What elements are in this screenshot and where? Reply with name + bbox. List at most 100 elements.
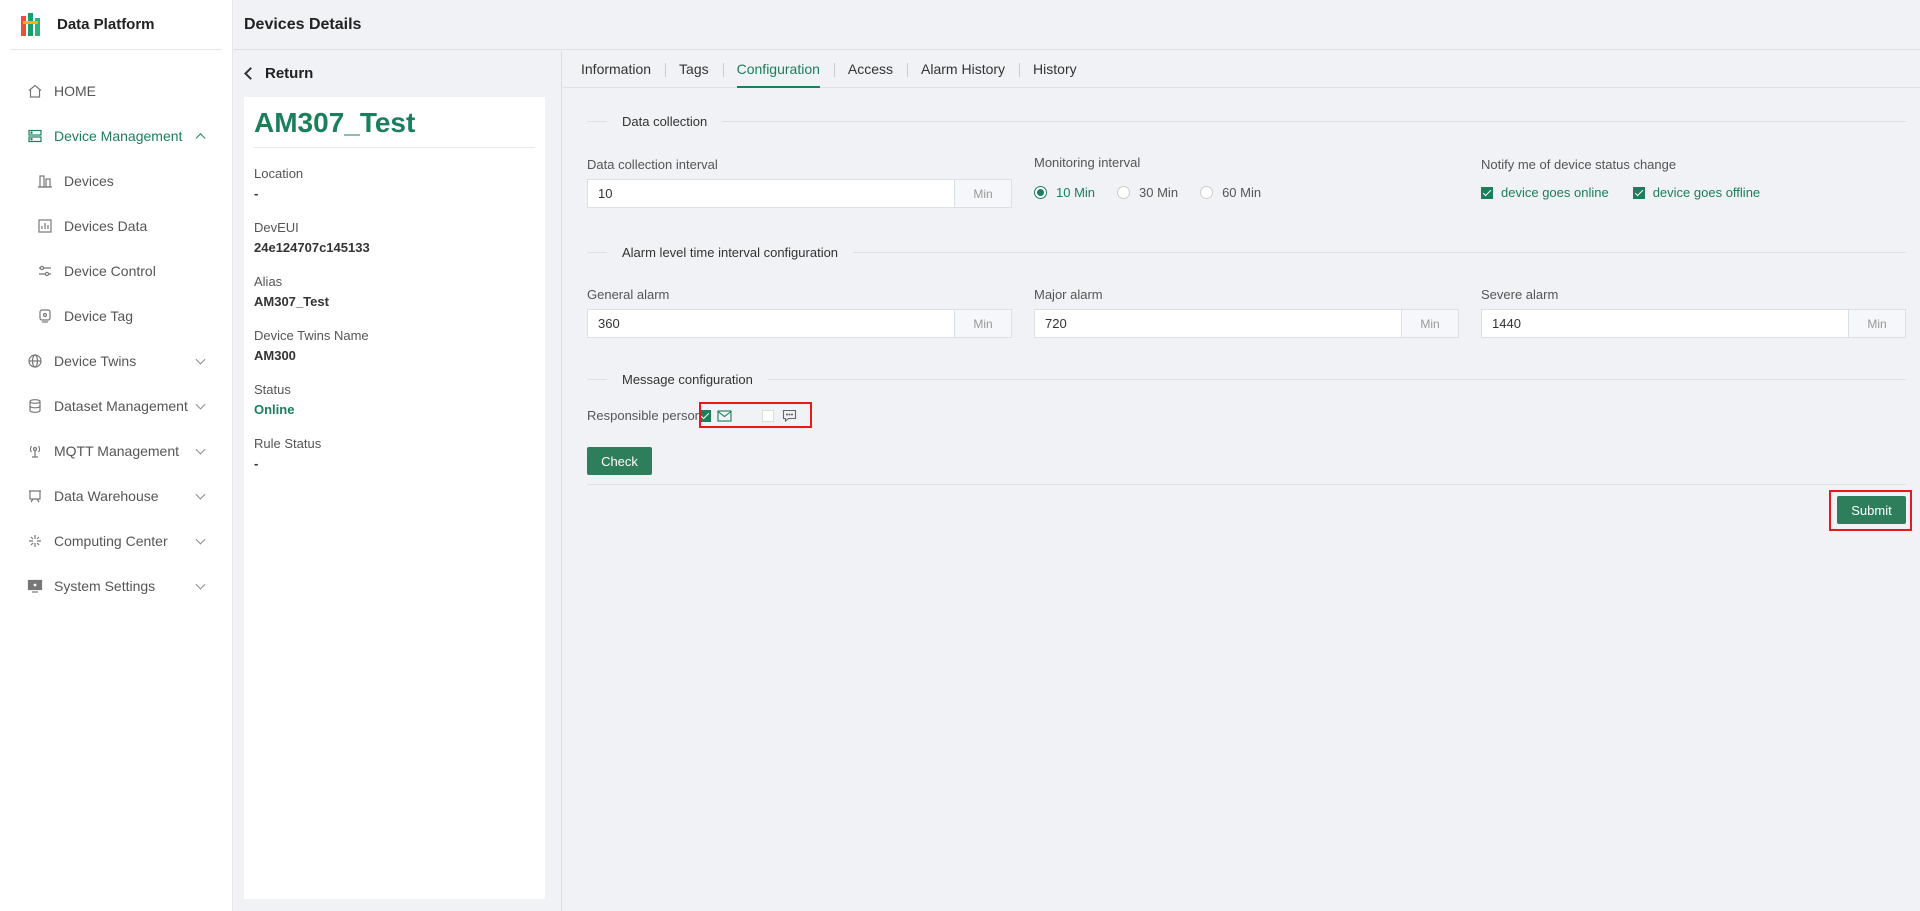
- field-label: DevEUI: [254, 220, 299, 235]
- main-panel: Information Tags Configuration Access Al…: [563, 51, 1920, 911]
- page-header: Devices Details: [234, 0, 1920, 50]
- severe-alarm-input[interactable]: [1482, 310, 1848, 337]
- field-label: Status: [254, 382, 291, 397]
- tab-information[interactable]: Information: [581, 51, 665, 88]
- sidebar-item-device-twins[interactable]: Device Twins: [0, 338, 232, 383]
- general-alarm: General alarm Min: [587, 287, 1012, 338]
- form-label: Severe alarm: [1481, 287, 1559, 302]
- check-button[interactable]: Check: [587, 447, 652, 475]
- radio-label: 10 Min: [1056, 185, 1096, 200]
- divider: [587, 379, 607, 380]
- data-icon: [36, 217, 54, 235]
- tab-configuration[interactable]: Configuration: [722, 51, 834, 88]
- unit-suffix: Min: [1848, 310, 1905, 337]
- sidebar-item-label: Device Tag: [64, 307, 134, 324]
- section-title-text: Message configuration: [622, 372, 753, 387]
- radio-dot: [1117, 186, 1131, 199]
- chevron-up-icon: [195, 132, 206, 143]
- sidebar-item-label: HOME: [54, 82, 96, 99]
- section-title-text: Data collection: [622, 114, 708, 129]
- chevron-down-icon: [195, 354, 206, 365]
- tag-icon: [36, 307, 54, 325]
- sidebar-item-data-warehouse[interactable]: Data Warehouse: [0, 473, 232, 518]
- sidebar-item-device-control[interactable]: Device Control: [0, 248, 232, 293]
- brand: Data Platform: [10, 0, 222, 50]
- antenna-icon: [26, 442, 44, 460]
- chevron-down-icon: [195, 579, 206, 590]
- sidebar-item-computing-center[interactable]: Computing Center: [0, 518, 232, 563]
- section-title: Data collection: [587, 114, 1906, 129]
- unit-suffix: Min: [954, 310, 1011, 337]
- sidebar-item-dataset-management[interactable]: Dataset Management: [0, 383, 232, 428]
- return-button[interactable]: Return: [234, 51, 561, 96]
- tab-bar: Information Tags Configuration Access Al…: [563, 51, 1920, 88]
- section-title: Message configuration: [587, 372, 1906, 387]
- form-label: Notify me of device status change: [1481, 157, 1677, 172]
- app-title: Data Platform: [57, 16, 155, 33]
- general-alarm-input[interactable]: [588, 310, 954, 337]
- field-value: -: [254, 456, 259, 471]
- data-collection-interval: Data collection interval Min: [587, 157, 1012, 208]
- section-alarm-level: Alarm level time interval configuration: [587, 245, 1906, 260]
- radio-dot: [1200, 186, 1214, 199]
- database-icon: [26, 397, 44, 415]
- sidebar-item-home[interactable]: HOME: [0, 68, 232, 113]
- sidebar-item-device-management[interactable]: Device Management: [0, 113, 232, 158]
- field-value: AM307_Test: [254, 294, 329, 309]
- field-alias: Alias AM307_Test: [254, 274, 535, 309]
- radio-10-min[interactable]: 10 Min: [1034, 185, 1095, 200]
- field-label: Location: [254, 166, 304, 181]
- sidebar-item-label: Device Management: [54, 127, 183, 144]
- section-title: Alarm level time interval configuration: [587, 245, 1906, 260]
- field-label: Device Twins Name: [254, 328, 369, 343]
- devices-icon: [36, 172, 54, 190]
- divider: [767, 379, 1906, 380]
- compute-icon: [26, 532, 44, 550]
- tab-alarm-history[interactable]: Alarm History: [907, 51, 1019, 88]
- field-value: 24e124707c145133: [254, 240, 370, 255]
- radio-label: 60 Min: [1222, 185, 1262, 200]
- checkbox-device-offline[interactable]: device goes offline: [1632, 185, 1760, 200]
- sidebar-item-label: MQTT Management: [54, 442, 180, 459]
- field-value: AM300: [254, 348, 296, 363]
- chevron-down-icon: [195, 489, 206, 500]
- tab-tags[interactable]: Tags: [665, 51, 723, 88]
- unit-suffix: Min: [1401, 310, 1458, 337]
- sidebar: Data Platform HOME Device Management Dev…: [0, 0, 233, 911]
- sidebar-item-devices[interactable]: Devices: [0, 158, 232, 203]
- monitoring-radio-group: 10 Min 30 Min 60 Min: [1034, 185, 1459, 200]
- unit-suffix: Min: [954, 180, 1011, 207]
- device-info-card: AM307_Test Location - DevEUI 24e124707c1…: [244, 97, 545, 899]
- radio-60-min[interactable]: 60 Min: [1200, 185, 1261, 200]
- sidebar-item-devices-data[interactable]: Devices Data: [0, 203, 232, 248]
- warehouse-icon: [26, 487, 44, 505]
- responsible-person-label: Responsible person: [587, 408, 702, 423]
- input-group: Min: [587, 309, 1012, 338]
- form-label: Monitoring interval: [1034, 155, 1141, 170]
- sidebar-item-device-tag[interactable]: Device Tag: [0, 293, 232, 338]
- sidebar-item-mqtt-management[interactable]: MQTT Management: [0, 428, 232, 473]
- section-title-text: Alarm level time interval configuration: [622, 245, 839, 260]
- field-value: -: [254, 186, 259, 201]
- major-alarm-input[interactable]: [1035, 310, 1401, 337]
- return-label: Return: [265, 65, 314, 82]
- sidebar-item-system-settings[interactable]: System Settings: [0, 563, 232, 608]
- radio-30-min[interactable]: 30 Min: [1117, 185, 1178, 200]
- notify-checkbox-group: device goes online device goes offline: [1481, 185, 1906, 200]
- severe-alarm: Severe alarm Min: [1481, 287, 1906, 338]
- home-icon: [26, 82, 44, 100]
- sidebar-item-label: Device Control: [64, 262, 156, 279]
- major-alarm: Major alarm Min: [1034, 287, 1459, 338]
- field-label: Rule Status: [254, 436, 322, 451]
- tab-access[interactable]: Access: [833, 51, 907, 88]
- device-detail-panel: Return AM307_Test Location - DevEUI 24e1…: [234, 51, 562, 911]
- sidebar-item-label: System Settings: [54, 577, 156, 594]
- divider: [587, 484, 1906, 485]
- sidebar-item-label: Data Warehouse: [54, 487, 159, 504]
- tab-history[interactable]: History: [1019, 51, 1091, 88]
- monitoring-interval: Monitoring interval 10 Min 30 Min 60 Min: [1034, 155, 1459, 200]
- checkbox-box: [1481, 186, 1493, 199]
- data-collection-interval-input[interactable]: [588, 180, 954, 207]
- data-platform-logo-icon: [20, 12, 42, 38]
- checkbox-device-online[interactable]: device goes online: [1481, 185, 1609, 200]
